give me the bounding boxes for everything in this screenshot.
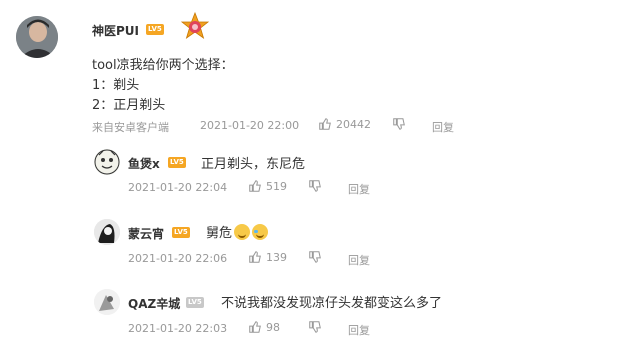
reply-dislike-button[interactable]: [308, 320, 322, 334]
thumbs-up-icon: [319, 118, 331, 130]
post-timestamp: 2021-01-20 22:00: [200, 119, 300, 132]
thumbs-down-icon: [393, 118, 405, 130]
teary-laugh-icon: [252, 224, 269, 240]
reply-like-count: 98: [266, 320, 280, 334]
reply-reply-button[interactable]: 回复: [348, 181, 370, 197]
reply-author-name[interactable]: 蒙云宵: [128, 225, 164, 242]
level-badge: LV5: [168, 157, 186, 168]
reply-author-avatar[interactable]: [94, 149, 120, 175]
reply-dislike-button[interactable]: [308, 250, 322, 264]
thumbs-down-icon: [309, 180, 321, 192]
post-like-count: 20442: [336, 117, 371, 131]
reply-reply-button[interactable]: 回复: [348, 252, 370, 268]
reply-timestamp: 2021-01-20 22:06: [128, 252, 228, 265]
reply-timestamp: 2021-01-20 22:04: [128, 181, 228, 194]
reply-timestamp: 2021-01-20 22:03: [128, 322, 228, 335]
thumbs-up-icon: [249, 321, 261, 333]
medal-icon: [180, 11, 210, 42]
reply-like-count: 519: [266, 179, 287, 193]
reply-text-content: 舅危: [206, 226, 233, 241]
thumbs-down-icon: [309, 251, 321, 263]
post-dislike-button[interactable]: [392, 117, 406, 131]
reply-text: 舅危: [206, 222, 269, 241]
post-content-line: tool凉我给你两个选择：: [92, 58, 234, 73]
thumbs-up-icon: [249, 180, 261, 192]
reply-author-avatar[interactable]: [94, 289, 120, 315]
reply-author-avatar[interactable]: [94, 219, 120, 245]
reply-like-button[interactable]: 139: [248, 250, 287, 264]
reply-like-count: 139: [266, 250, 287, 264]
thumbs-down-icon: [309, 321, 321, 333]
reply-reply-button[interactable]: 回复: [348, 322, 370, 338]
post-like-button[interactable]: 20442: [318, 117, 371, 131]
grin-icon: [234, 224, 251, 240]
thumbs-up-icon: [249, 251, 261, 263]
reply-text: 不说我都没发现凉仔头发都变这么多了: [221, 296, 443, 311]
level-badge: LV5: [172, 227, 190, 238]
reply-text: 正月剃头，东尼危: [201, 157, 306, 172]
post-content-line: 1：剃头: [92, 78, 140, 93]
post-author-avatar[interactable]: [16, 16, 58, 58]
reply-author-name[interactable]: QAZ辛城: [128, 295, 180, 312]
reply-like-button[interactable]: 519: [248, 179, 287, 193]
level-badge: LV5: [146, 24, 164, 35]
reply-author-name[interactable]: 鱼煲x: [128, 155, 160, 172]
reply-like-button[interactable]: 98: [248, 320, 280, 334]
post-content-line: 2：正月剃头: [92, 98, 166, 113]
post-author-name[interactable]: 神医PUI: [92, 22, 139, 39]
post-source: 来自安卓客户端: [92, 121, 169, 134]
reply-dislike-button[interactable]: [308, 179, 322, 193]
level-badge: LV5: [186, 297, 204, 308]
post-reply-button[interactable]: 回复: [432, 119, 454, 135]
